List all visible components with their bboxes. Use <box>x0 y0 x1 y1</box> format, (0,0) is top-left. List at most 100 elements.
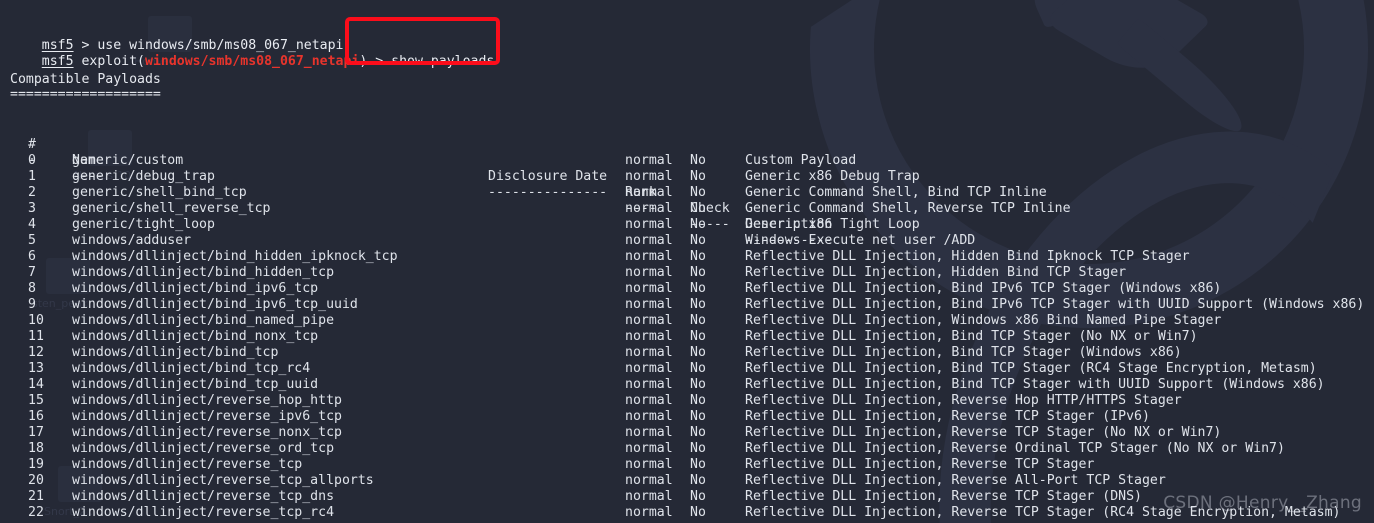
payload-description: Reflective DLL Injection, Reverse TCP St… <box>745 505 1341 520</box>
payload-description: Reflective DLL Injection, Bind IPv6 TCP … <box>745 297 1365 312</box>
payload-index: 8 <box>28 281 36 296</box>
payload-name: windows/dllinject/bind_hidden_ipknock_tc… <box>72 249 398 264</box>
payload-name: windows/dllinject/bind_named_pipe <box>72 313 335 328</box>
payload-check: No <box>690 377 706 392</box>
payload-index: 17 <box>28 425 44 440</box>
payload-description: Generic x86 Debug Trap <box>745 169 920 184</box>
payload-rank: normal <box>625 425 673 440</box>
payload-rank: normal <box>625 233 673 248</box>
payload-check: No <box>690 201 706 216</box>
payload-check: No <box>690 361 706 376</box>
payload-name: windows/dllinject/reverse_tcp <box>72 457 303 472</box>
payload-index: 14 <box>28 377 44 392</box>
payload-description: Reflective DLL Injection, Hidden Bind TC… <box>745 265 1127 280</box>
payload-rank: normal <box>625 409 673 424</box>
payload-index: 4 <box>28 217 36 232</box>
show-payloads-command-text: show payloads <box>391 54 495 69</box>
payload-name: windows/dllinject/reverse_ipv6_tcp <box>72 409 342 424</box>
payload-rank: normal <box>625 393 673 408</box>
payload-index: 0 <box>28 153 36 168</box>
payload-check: No <box>690 457 706 472</box>
payload-rank: normal <box>625 265 673 280</box>
payload-index: 22 <box>28 505 44 520</box>
payload-description: Reflective DLL Injection, Reverse TCP St… <box>745 489 1142 504</box>
payload-name: windows/dllinject/reverse_tcp_dns <box>72 489 335 504</box>
payload-description: Windows Execute net user /ADD <box>745 233 976 248</box>
payload-description: Reflective DLL Injection, Bind IPv6 TCP … <box>745 281 1222 296</box>
payload-name: generic/debug_trap <box>72 169 215 184</box>
payload-check: No <box>690 153 706 168</box>
payload-name: windows/adduser <box>72 233 192 248</box>
payload-rank: normal <box>625 457 673 472</box>
payload-description: Reflective DLL Injection, Bind TCP Stage… <box>745 361 1317 376</box>
payload-check: No <box>690 249 706 264</box>
payload-rank: normal <box>625 297 673 312</box>
payload-check: No <box>690 409 706 424</box>
payload-check: No <box>690 233 706 248</box>
payload-check: No <box>690 217 706 232</box>
section-title: Compatible Payloads <box>10 72 161 87</box>
column-header-disclosure-date: Disclosure Date <box>488 169 608 184</box>
msfconsole-terminal[interactable]: msf5 > use windows/smb/ms08_067_netapi m… <box>0 0 1374 523</box>
payload-index: 18 <box>28 441 44 456</box>
payload-name: generic/shell_bind_tcp <box>72 185 247 200</box>
payload-rank: normal <box>625 217 673 232</box>
payload-description: Generic Command Shell, Bind TCP Inline <box>745 185 1047 200</box>
payload-description: Reflective DLL Injection, Reverse Hop HT… <box>745 393 1182 408</box>
payload-check: No <box>690 345 706 360</box>
table-header-underline-row: - ---- --------------- ---- ----- ------… <box>0 137 832 265</box>
payload-description: Reflective DLL Injection, Bind TCP Stage… <box>745 345 1182 360</box>
payload-check: No <box>690 425 706 440</box>
active-module-path: windows/smb/ms08_067_netapi <box>145 54 360 69</box>
payload-index: 10 <box>28 313 44 328</box>
payload-index: 19 <box>28 457 44 472</box>
payload-name: windows/dllinject/bind_tcp_uuid <box>72 377 319 392</box>
payload-name: windows/dllinject/bind_ipv6_tcp <box>72 281 319 296</box>
payload-description: Reflective DLL Injection, Hidden Bind Ip… <box>745 249 1190 264</box>
prompt-arrow: > <box>367 54 392 69</box>
payload-name: generic/tight_loop <box>72 217 215 232</box>
payload-index: 9 <box>28 297 36 312</box>
payload-index: 16 <box>28 409 44 424</box>
payload-check: No <box>690 265 706 280</box>
payload-index: 15 <box>28 393 44 408</box>
payload-rank: normal <box>625 361 673 376</box>
payload-rank: normal <box>625 281 673 296</box>
payload-index: 13 <box>28 361 44 376</box>
column-rule-disclosure-date: --------------- <box>488 185 608 200</box>
payload-description: Reflective DLL Injection, Reverse All-Po… <box>745 473 1166 488</box>
payload-check: No <box>690 489 706 504</box>
payload-rank: normal <box>625 313 673 328</box>
payload-check: No <box>690 393 706 408</box>
payload-check: No <box>690 441 706 456</box>
payload-rank: normal <box>625 185 673 200</box>
payload-rank: normal <box>625 345 673 360</box>
payload-description: Generic Command Shell, Reverse TCP Inlin… <box>745 201 1071 216</box>
msf-prompt-label: msf5 <box>41 54 74 69</box>
payload-index: 7 <box>28 265 36 280</box>
payload-description: Reflective DLL Injection, Reverse Ordina… <box>745 441 1285 456</box>
payload-name: windows/dllinject/reverse_tcp_allports <box>72 473 374 488</box>
payload-name: windows/dllinject/bind_tcp <box>72 345 279 360</box>
payload-name: windows/dllinject/bind_tcp_rc4 <box>72 361 311 376</box>
payload-name: generic/custom <box>72 153 184 168</box>
payload-name: windows/dllinject/reverse_tcp_rc4 <box>72 505 335 520</box>
payload-rank: normal <box>625 489 673 504</box>
payload-rank: normal <box>625 441 673 456</box>
payload-check: No <box>690 505 706 520</box>
payload-description: Reflective DLL Injection, Reverse TCP St… <box>745 409 1150 424</box>
section-title-underline: =================== <box>10 87 161 102</box>
payload-name: generic/shell_reverse_tcp <box>72 201 271 216</box>
payload-index: 20 <box>28 473 44 488</box>
payload-description: Reflective DLL Injection, Windows x86 Bi… <box>745 313 1222 328</box>
payload-index: 3 <box>28 201 36 216</box>
payload-description: Reflective DLL Injection, Reverse TCP St… <box>745 425 1222 440</box>
payload-rank: normal <box>625 169 673 184</box>
payload-description: Generic x86 Tight Loop <box>745 217 920 232</box>
payload-rank: normal <box>625 377 673 392</box>
payload-check: No <box>690 185 706 200</box>
payload-name: windows/dllinject/reverse_nonx_tcp <box>72 425 342 440</box>
payload-rank: normal <box>625 249 673 264</box>
payload-check: No <box>690 473 706 488</box>
payload-description: Reflective DLL Injection, Bind TCP Stage… <box>745 329 1198 344</box>
